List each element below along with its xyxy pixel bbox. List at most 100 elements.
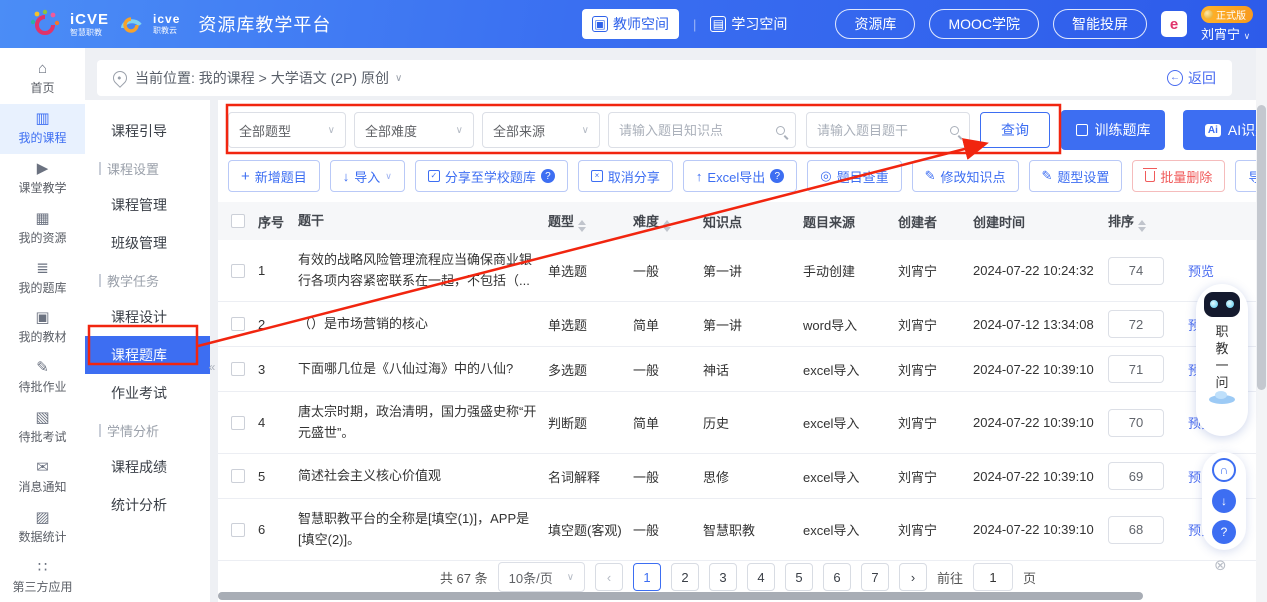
teacher-space-tab[interactable]: ▣ 教师空间: [582, 9, 679, 39]
sort-icon[interactable]: [663, 220, 671, 232]
chevron-down-icon: ∨: [1244, 31, 1251, 41]
order-input[interactable]: [1108, 409, 1164, 437]
back-button[interactable]: ← 返回: [1167, 68, 1216, 88]
row-checkbox[interactable]: [231, 469, 245, 483]
order-input[interactable]: [1108, 355, 1164, 383]
menu-class-management[interactable]: 班级管理: [85, 224, 210, 262]
sort-icon[interactable]: [578, 220, 586, 232]
assistant-widget[interactable]: 职 教 一 问: [1196, 284, 1248, 436]
resource-lib-button[interactable]: 资源库: [835, 9, 915, 39]
sidebar-item-third-party[interactable]: ∷第三方应用: [0, 552, 85, 602]
menu-course-design[interactable]: 课程设计: [85, 298, 210, 336]
apps-icon: ∷: [38, 560, 48, 575]
goto-page-input[interactable]: [973, 563, 1013, 591]
page-button-4[interactable]: 4: [747, 563, 775, 591]
add-question-button[interactable]: +新增题目: [228, 160, 320, 192]
sidebar-item-pending-exams[interactable]: ▧待批考试: [0, 403, 85, 453]
cancel-share-button[interactable]: ×取消分享: [578, 160, 673, 192]
question-bank-panel: 全部题型∨ 全部难度∨ 全部来源∨ 查询 训练题库 Ai AI识别 +新增题目 …: [218, 100, 1258, 602]
menu-homework-exam[interactable]: 作业考试: [85, 374, 210, 412]
row-checkbox[interactable]: [231, 416, 245, 430]
ai-recognize-button[interactable]: Ai AI识别: [1183, 110, 1258, 150]
table-row: 2 （）是市场营销的核心 单选题 简单 第一讲 word导入 刘宵宁 2024-…: [218, 302, 1258, 347]
menu-course-guide[interactable]: 课程引导: [85, 112, 210, 150]
course-chevron-down-icon[interactable]: ∨: [395, 73, 402, 84]
student-space-tab[interactable]: ▤ 学习空间: [710, 14, 787, 34]
vertical-scrollbar[interactable]: [1257, 105, 1266, 390]
order-input[interactable]: [1108, 310, 1164, 338]
customer-service-icon[interactable]: ∩: [1212, 458, 1236, 482]
knowledge-search-input[interactable]: [619, 123, 776, 138]
col-header-type[interactable]: 题型: [548, 211, 633, 232]
sidebar-item-my-resources[interactable]: ▦我的资源: [0, 203, 85, 253]
row-checkbox[interactable]: [231, 523, 245, 537]
mooc-button[interactable]: MOOC学院: [929, 9, 1039, 39]
difficulty-select[interactable]: 全部难度∨: [354, 112, 474, 148]
row-checkbox[interactable]: [231, 362, 245, 376]
table-row: 3 下面哪几位是《八仙过海》中的八仙? 多选题 一般 神话 excel导入 刘宵…: [218, 347, 1258, 392]
col-header-order[interactable]: 排序: [1108, 211, 1188, 232]
question-stem: 下面哪几位是《八仙过海》中的八仙?: [298, 359, 548, 380]
page-button-6[interactable]: 6: [823, 563, 851, 591]
menu-course-grades[interactable]: 课程成绩: [85, 448, 210, 486]
sort-icon[interactable]: [1138, 220, 1146, 232]
page-button-3[interactable]: 3: [709, 563, 737, 591]
sidebar-item-pending-homework[interactable]: ✎待批作业: [0, 353, 85, 403]
sidebar-item-data-stats[interactable]: ▨数据统计: [0, 502, 85, 552]
robot-icon: [1204, 292, 1240, 317]
question-type-select[interactable]: 全部题型∨: [228, 112, 346, 148]
order-input[interactable]: [1108, 257, 1164, 285]
next-page-button[interactable]: ›: [899, 563, 927, 591]
menu-course-management[interactable]: 课程管理: [85, 186, 210, 224]
sidebar-item-notifications[interactable]: ✉消息通知: [0, 453, 85, 503]
icve-app-icon[interactable]: e: [1161, 11, 1187, 37]
import-icon: ↓: [343, 169, 350, 184]
sidebar-item-classroom[interactable]: ▶课堂教学: [0, 154, 85, 204]
home-icon: ⌂: [38, 61, 47, 76]
preview-link[interactable]: 预览: [1188, 261, 1248, 280]
smart-cast-button[interactable]: 智能投屏: [1053, 9, 1147, 39]
training-bank-button[interactable]: 训练题库: [1061, 110, 1165, 150]
order-input[interactable]: [1108, 462, 1164, 490]
share-to-school-button[interactable]: ✓分享至学校题库?: [415, 160, 568, 192]
back-arrow-icon: ←: [1167, 70, 1183, 86]
breadcrumb: 当前位置: 我的课程 > 大学语文 (2P) 原创: [135, 68, 389, 88]
batch-delete-button[interactable]: 批量删除: [1132, 160, 1225, 192]
sidebar-item-my-question-bank[interactable]: ≣我的题库: [0, 253, 85, 303]
order-input[interactable]: [1108, 516, 1164, 544]
type-setting-button[interactable]: ✎题型设置: [1029, 160, 1123, 192]
sidebar-item-my-textbooks[interactable]: ▣我的教材: [0, 303, 85, 353]
menu-stat-analysis[interactable]: 统计分析: [85, 486, 210, 524]
menu-course-question-bank[interactable]: 课程题库: [85, 336, 210, 374]
help-icon[interactable]: ?: [1212, 520, 1236, 544]
row-checkbox[interactable]: [231, 264, 245, 278]
page-button-5[interactable]: 5: [785, 563, 813, 591]
row-checkbox[interactable]: [231, 317, 245, 331]
prev-page-button[interactable]: ‹: [595, 563, 623, 591]
table-row: 5 简述社会主义核心价值观 名词解释 一般 思修 excel导入 刘宵宁 202…: [218, 454, 1258, 499]
page-size-select[interactable]: 10条/页∨: [498, 562, 585, 592]
download-icon[interactable]: ↓: [1212, 489, 1236, 513]
location-pin-icon: [110, 68, 130, 88]
excel-export-button[interactable]: ↑Excel导出?: [683, 160, 797, 192]
edit-knowledge-button[interactable]: ✎修改知识点: [912, 160, 1019, 192]
dup-check-button[interactable]: ◎题目查重: [807, 160, 901, 192]
source-select[interactable]: 全部来源∨: [482, 112, 600, 148]
page-button-7[interactable]: 7: [861, 563, 889, 591]
col-header-difficulty[interactable]: 难度: [633, 211, 703, 232]
query-button[interactable]: 查询: [980, 112, 1050, 148]
question-stem: 唐太宗时期，政治清明，国力强盛史称“开元盛世”。: [298, 402, 548, 444]
video-icon: ▶: [37, 161, 49, 176]
horizontal-scrollbar[interactable]: [218, 592, 1143, 600]
sidebar-item-my-courses[interactable]: ▥我的课程: [0, 104, 85, 154]
page-button-1[interactable]: 1: [633, 563, 661, 591]
import-button[interactable]: ↓导入∨: [330, 160, 405, 192]
close-icon[interactable]: ⊗: [1214, 556, 1227, 574]
page-button-2[interactable]: 2: [671, 563, 699, 591]
import-record-button[interactable]: 导入记录: [1235, 160, 1258, 192]
select-all-checkbox[interactable]: [231, 214, 245, 228]
user-menu[interactable]: 刘宵宁 ∨: [1201, 24, 1250, 43]
sidebar-item-home[interactable]: ⌂首页: [0, 54, 85, 104]
stem-search-input[interactable]: [817, 123, 950, 138]
collapse-sidebar-handle[interactable]: «: [204, 352, 220, 382]
